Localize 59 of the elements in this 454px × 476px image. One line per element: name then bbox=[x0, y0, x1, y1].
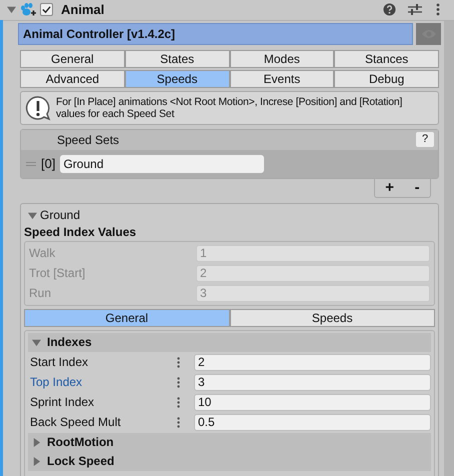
number-field[interactable]: 0.5 bbox=[194, 414, 431, 430]
help-text: For [In Place] animations <Not Root Motion>, Increse [Position] and [Rotation] values for each Speed Set bbox=[56, 96, 404, 120]
name-field[interactable]: Ground bbox=[60, 154, 264, 172]
section-heading: Speed Index Values bbox=[24, 224, 138, 240]
script-title-bar: Animal Controller [v1.4.2c] bbox=[18, 22, 413, 44]
section-header[interactable]: RootMotion bbox=[28, 432, 431, 452]
field-label: Run bbox=[29, 285, 52, 302]
field-label: Sprint Index bbox=[29, 394, 96, 411]
foldout-label[interactable]: Ground bbox=[40, 206, 80, 224]
section-header[interactable]: Indexes bbox=[28, 332, 431, 352]
foldout-icon[interactable] bbox=[28, 210, 37, 220]
component-title: Animal bbox=[61, 1, 104, 19]
section-title: RootMotion bbox=[47, 434, 114, 451]
add-button[interactable]: + bbox=[385, 180, 394, 195]
warning-icon bbox=[25, 94, 51, 120]
section-header[interactable]: Lock Speed bbox=[28, 452, 431, 470]
tab[interactable]: Speeds bbox=[230, 308, 435, 326]
field-label: Start Index bbox=[29, 354, 90, 371]
number-field[interactable]: 10 bbox=[194, 394, 431, 410]
visibility-button[interactable] bbox=[416, 22, 441, 44]
tab[interactable]: Speeds bbox=[124, 70, 230, 88]
disabled-field: 3 bbox=[196, 284, 430, 302]
help-button[interactable]: ? bbox=[416, 132, 434, 147]
more-icon[interactable] bbox=[177, 356, 180, 368]
enable-checkbox[interactable] bbox=[40, 3, 53, 16]
disabled-field: 2 bbox=[196, 264, 430, 282]
element-index: [0] bbox=[41, 154, 56, 173]
field-label: Top Index bbox=[29, 374, 84, 391]
list-row[interactable]: [0] Ground bbox=[21, 150, 438, 178]
more-icon[interactable] bbox=[177, 416, 180, 428]
help-icon[interactable] bbox=[383, 3, 396, 16]
field-label: Walk bbox=[29, 245, 56, 262]
tab[interactable]: General bbox=[24, 308, 230, 326]
tab[interactable]: States bbox=[124, 50, 230, 68]
number-field[interactable]: 3 bbox=[194, 374, 431, 390]
more-icon[interactable] bbox=[177, 396, 180, 408]
foldout-icon[interactable] bbox=[32, 438, 41, 446]
more-icon[interactable] bbox=[177, 376, 180, 388]
field-label: Trot [Start] bbox=[29, 265, 86, 282]
foldout-icon[interactable] bbox=[32, 338, 41, 346]
drag-handle-icon[interactable] bbox=[26, 162, 36, 166]
section-title: Indexes bbox=[47, 334, 92, 351]
presets-icon[interactable] bbox=[408, 3, 422, 16]
paw-icon bbox=[20, 2, 36, 17]
tab[interactable]: Events bbox=[230, 70, 334, 88]
tab[interactable]: Debug bbox=[334, 70, 439, 88]
foldout-icon[interactable] bbox=[32, 456, 41, 466]
disabled-field: 1 bbox=[196, 244, 430, 262]
number-field[interactable]: 2 bbox=[194, 354, 431, 370]
section-title: Lock Speed bbox=[47, 453, 114, 470]
foldout-icon[interactable] bbox=[7, 5, 16, 14]
remove-button[interactable]: - bbox=[414, 180, 420, 195]
tab[interactable]: Advanced bbox=[20, 70, 125, 88]
tab[interactable]: General bbox=[20, 50, 125, 68]
list-title: Speed Sets bbox=[57, 132, 120, 148]
more-icon[interactable] bbox=[436, 3, 440, 16]
tab[interactable]: Stances bbox=[334, 50, 439, 68]
field-label: Back Speed Mult bbox=[29, 414, 122, 431]
tab[interactable]: Modes bbox=[230, 50, 334, 68]
